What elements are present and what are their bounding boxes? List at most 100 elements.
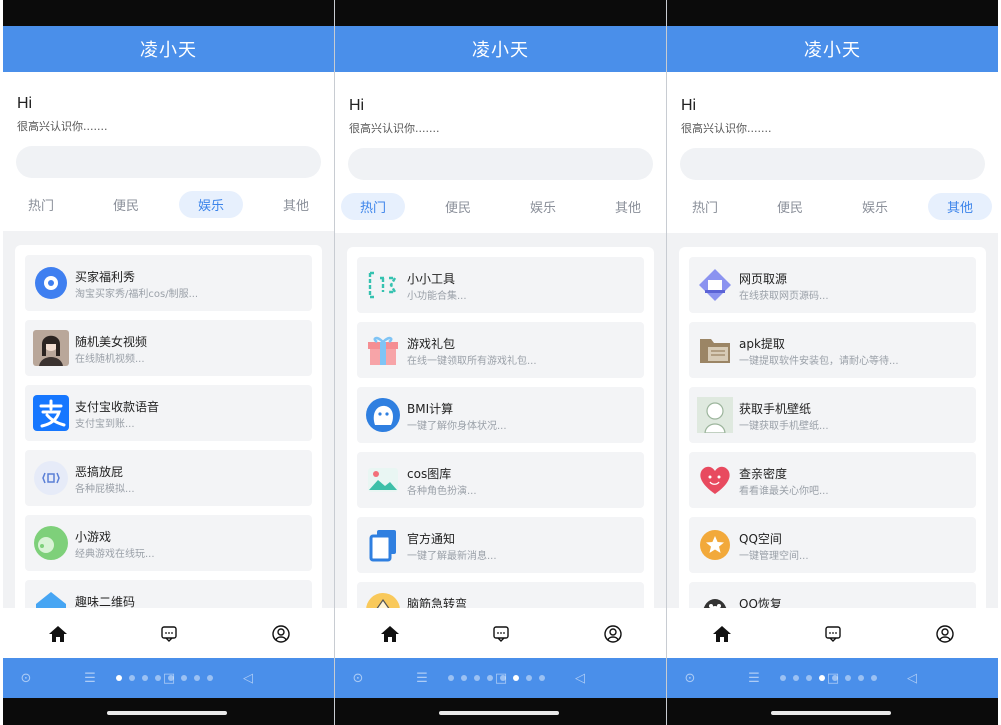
- video-thumbnail-icon: [33, 330, 69, 366]
- system-nav-bar: ⊙ ☰ □ ◁: [3, 658, 334, 698]
- square-icon[interactable]: □: [160, 669, 178, 687]
- tab-entertainment[interactable]: 娱乐: [843, 193, 907, 220]
- heart-icon: [697, 462, 733, 498]
- star-badge-icon: [697, 527, 733, 563]
- list-item-wallpaper[interactable]: 获取手机壁纸 一键获取手机壁纸...: [689, 387, 976, 443]
- search-input[interactable]: [348, 148, 653, 180]
- tab-entertainment[interactable]: 娱乐: [179, 191, 243, 218]
- content-area: 小小工具 小功能合集... 游戏礼包 在线一键领取所有游戏礼包... BMI计算…: [335, 233, 666, 627]
- list-item-qq-space[interactable]: QQ空间 一键管理空间...: [689, 517, 976, 573]
- list-item-random-video[interactable]: 随机美女视频 在线随机视频...: [25, 320, 312, 376]
- list-item-tools[interactable]: 小小工具 小功能合集...: [357, 257, 644, 313]
- item-desc: 一键了解你身体状况...: [407, 421, 507, 432]
- status-bar: [3, 0, 334, 26]
- item-title: 获取手机壁纸: [739, 402, 812, 416]
- circle-icon[interactable]: ⊙: [349, 669, 367, 687]
- wallpaper-icon: [697, 397, 733, 433]
- menu-icon[interactable]: ☰: [745, 669, 763, 687]
- tab-convenience[interactable]: 便民: [426, 193, 490, 220]
- item-title: QQ空间: [739, 532, 782, 546]
- home-icon[interactable]: [46, 622, 70, 646]
- phone-screen-1: 凌小天 Hi 很高兴认识你....... 热门 便民 娱乐 其他 买家福利秀 淘…: [3, 0, 334, 725]
- item-desc: 在线获取网页源码...: [739, 291, 829, 302]
- item-desc: 在线一键领取所有游戏礼包...: [407, 356, 537, 367]
- search-input[interactable]: [16, 146, 321, 178]
- status-bar: [335, 0, 666, 26]
- item-desc: 经典游戏在线玩...: [75, 549, 155, 560]
- tab-hot[interactable]: 热门: [341, 193, 405, 220]
- tab-hot[interactable]: 热门: [9, 191, 73, 218]
- list-item-intimacy[interactable]: 查亲密度 看看谁最关心你吧...: [689, 452, 976, 508]
- message-icon[interactable]: [157, 622, 181, 646]
- square-icon[interactable]: □: [824, 669, 842, 687]
- list-item-buyer-show[interactable]: 买家福利秀 淘宝买家秀/福利cos/制服...: [25, 255, 312, 311]
- item-desc: 淘宝买家秀/福利cos/制服...: [75, 289, 199, 300]
- feature-list: 买家福利秀 淘宝买家秀/福利cos/制服... 随机美女视频 在线随机视频...…: [15, 245, 322, 625]
- content-area: 网页取源 在线获取网页源码... apk提取 一键提取软件安装包，请耐心等待..…: [667, 233, 998, 627]
- item-title: 小游戏: [75, 530, 112, 544]
- tools-icon: [365, 267, 401, 303]
- tab-entertainment[interactable]: 娱乐: [511, 193, 575, 220]
- circle-icon[interactable]: ⊙: [17, 669, 35, 687]
- tab-convenience[interactable]: 便民: [758, 193, 822, 220]
- item-title: 官方通知: [407, 532, 456, 546]
- copy-icon: [365, 527, 401, 563]
- status-bar: [667, 0, 998, 26]
- tab-other[interactable]: 其他: [264, 191, 328, 218]
- bmi-icon: [365, 397, 401, 433]
- item-desc: 各种屁模拟...: [75, 484, 135, 495]
- list-item-prank-fart[interactable]: 恶搞放屁 各种屁模拟...: [25, 450, 312, 506]
- greeting-subtitle: 很高兴认识你.......: [681, 122, 772, 135]
- back-icon[interactable]: ◁: [239, 669, 257, 687]
- category-tabs: 热门 便民 娱乐 其他: [341, 193, 660, 221]
- item-desc: 在线随机视频...: [75, 354, 145, 365]
- alipay-icon: [33, 395, 69, 431]
- menu-icon[interactable]: ☰: [413, 669, 431, 687]
- list-item-mini-games[interactable]: 小游戏 经典游戏在线玩...: [25, 515, 312, 571]
- tab-convenience[interactable]: 便民: [94, 191, 158, 218]
- square-icon[interactable]: □: [492, 669, 510, 687]
- app-title: 凌小天: [667, 26, 998, 72]
- system-nav-bar: ⊙ ☰ □ ◁: [335, 658, 666, 698]
- tab-hot[interactable]: 热门: [673, 193, 737, 220]
- home-indicator[interactable]: [107, 711, 227, 715]
- list-item-alipay-voice[interactable]: 支付宝收款语音 支付宝到账...: [25, 385, 312, 441]
- profile-icon[interactable]: [269, 622, 293, 646]
- home-icon[interactable]: [378, 622, 402, 646]
- item-title: 恶搞放屁: [75, 465, 124, 479]
- item-desc: 一键管理空间...: [739, 551, 809, 562]
- screenshot-canvas: 凌小天 Hi 很高兴认识你....... 热门 便民 娱乐 其他 买家福利秀 淘…: [0, 0, 1001, 725]
- tab-other[interactable]: 其他: [928, 193, 992, 220]
- gallery-icon: [365, 462, 401, 498]
- back-icon[interactable]: ◁: [571, 669, 589, 687]
- search-input[interactable]: [680, 148, 985, 180]
- item-desc: 一键获取手机壁纸...: [739, 421, 829, 432]
- gift-icon: [365, 332, 401, 368]
- home-icon[interactable]: [710, 622, 734, 646]
- item-desc: 小功能合集...: [407, 291, 467, 302]
- circle-icon[interactable]: ⊙: [681, 669, 699, 687]
- item-title: 支付宝收款语音: [75, 400, 160, 414]
- home-indicator-area: [3, 698, 334, 725]
- message-icon[interactable]: [821, 622, 845, 646]
- folder-icon: [697, 332, 733, 368]
- tab-other[interactable]: 其他: [596, 193, 660, 220]
- web-source-icon: [697, 267, 733, 303]
- home-indicator[interactable]: [439, 711, 559, 715]
- item-title: 随机美女视频: [75, 335, 148, 349]
- back-icon[interactable]: ◁: [903, 669, 921, 687]
- profile-icon[interactable]: [933, 622, 957, 646]
- list-item-bmi[interactable]: BMI计算 一键了解你身体状况...: [357, 387, 644, 443]
- list-item-apk-extract[interactable]: apk提取 一键提取软件安装包，请耐心等待...: [689, 322, 976, 378]
- list-item-gift-pack[interactable]: 游戏礼包 在线一键领取所有游戏礼包...: [357, 322, 644, 378]
- message-icon[interactable]: [489, 622, 513, 646]
- home-indicator[interactable]: [771, 711, 891, 715]
- list-item-cos-gallery[interactable]: cos图库 各种角色扮演...: [357, 452, 644, 508]
- chat-bubble-icon: [33, 265, 69, 301]
- list-item-notice[interactable]: 官方通知 一键了解最新消息...: [357, 517, 644, 573]
- menu-icon[interactable]: ☰: [81, 669, 99, 687]
- app-title: 凌小天: [335, 26, 666, 72]
- list-item-web-source[interactable]: 网页取源 在线获取网页源码...: [689, 257, 976, 313]
- content-area: 买家福利秀 淘宝买家秀/福利cos/制服... 随机美女视频 在线随机视频...…: [3, 231, 334, 625]
- profile-icon[interactable]: [601, 622, 625, 646]
